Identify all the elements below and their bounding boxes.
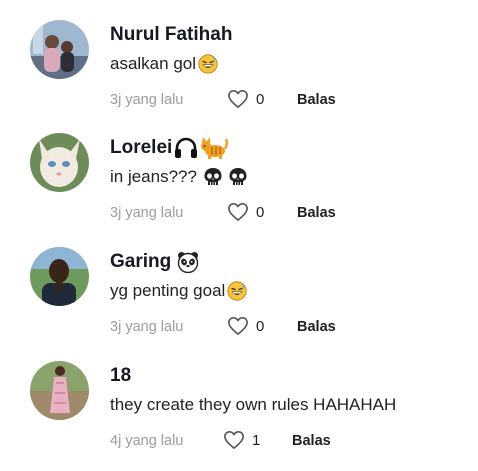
comment-time: 3j yang lalu bbox=[110, 92, 184, 108]
heart-icon[interactable] bbox=[227, 316, 249, 336]
comment-meta: 4j yang lalu 1 Balas bbox=[110, 430, 410, 454]
comment-meta: 3j yang lalu 0 Balas bbox=[110, 202, 410, 226]
like-button[interactable]: 0 bbox=[227, 202, 264, 222]
cat-emoji bbox=[200, 137, 229, 159]
comment-username[interactable]: 18 bbox=[110, 365, 131, 387]
comment-item: Lorelei in jeans??? 3j yang lalu 0 Balas bbox=[0, 133, 478, 243]
grinning-sweat-emoji bbox=[198, 54, 218, 74]
comment-item: 18 they create they own rules HAHAHAH 4j… bbox=[0, 361, 478, 471]
like-button[interactable]: 1 bbox=[223, 430, 260, 450]
reply-button[interactable]: Balas bbox=[297, 92, 336, 108]
comment-text: yg penting goal bbox=[110, 281, 247, 301]
reply-button[interactable]: Balas bbox=[297, 205, 336, 221]
comment-time: 4j yang lalu bbox=[110, 433, 184, 449]
avatar[interactable] bbox=[30, 20, 89, 79]
heart-icon[interactable] bbox=[227, 202, 249, 222]
comment-item: Nurul Fatihah asalkan gol 3j yang lalu 0… bbox=[0, 20, 478, 130]
comment-text: asalkan gol bbox=[110, 54, 218, 74]
comment-item: Garing yg penting goal 3j yang lalu 0 Ba… bbox=[0, 247, 478, 357]
like-count: 1 bbox=[252, 431, 261, 449]
comment-meta: 3j yang lalu 0 Balas bbox=[110, 316, 410, 340]
comment-time: 3j yang lalu bbox=[110, 205, 184, 221]
headphones-icon bbox=[174, 137, 198, 159]
heart-icon[interactable] bbox=[223, 430, 245, 450]
panda-emoji bbox=[177, 251, 199, 273]
comment-text: they create they own rules HAHAHAH bbox=[110, 395, 397, 414]
skull-emoji bbox=[203, 167, 223, 187]
like-button[interactable]: 0 bbox=[227, 316, 264, 336]
like-button[interactable]: 0 bbox=[227, 89, 264, 109]
avatar[interactable] bbox=[30, 361, 89, 420]
avatar[interactable] bbox=[30, 247, 89, 306]
heart-icon[interactable] bbox=[227, 89, 249, 109]
like-count: 0 bbox=[256, 90, 265, 108]
avatar[interactable] bbox=[30, 133, 89, 192]
comment-username[interactable]: Garing bbox=[110, 251, 199, 273]
comment-text: in jeans??? bbox=[110, 167, 248, 187]
like-count: 0 bbox=[256, 203, 265, 221]
reply-button[interactable]: Balas bbox=[297, 319, 336, 335]
like-count: 0 bbox=[256, 317, 265, 335]
reply-button[interactable]: Balas bbox=[292, 433, 331, 449]
comment-time: 3j yang lalu bbox=[110, 319, 184, 335]
comment-meta: 3j yang lalu 0 Balas bbox=[110, 89, 410, 113]
comment-username[interactable]: Lorelei bbox=[110, 137, 229, 159]
skull-emoji bbox=[228, 167, 248, 187]
grinning-sweat-emoji bbox=[227, 281, 247, 301]
comment-username[interactable]: Nurul Fatihah bbox=[110, 24, 232, 46]
